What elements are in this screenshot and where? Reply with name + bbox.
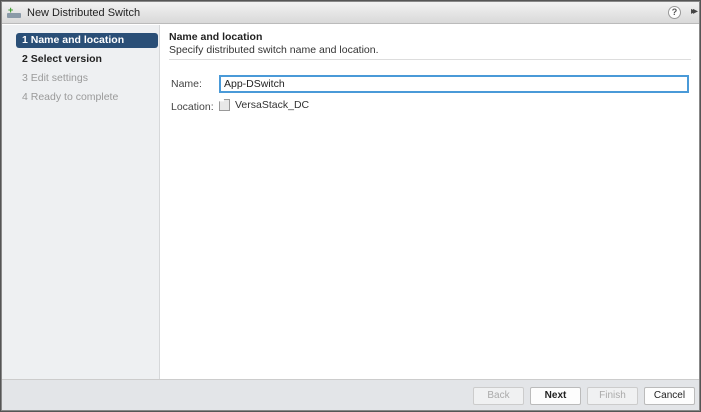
datacenter-icon (219, 99, 230, 111)
wizard-footer: Back Next Finish Cancel (2, 379, 699, 410)
help-icon[interactable]: ? (668, 6, 681, 19)
wizard-content: Name and location Specify distributed sw… (161, 25, 699, 379)
title-bar: + New Distributed Switch ? ▸▸ (2, 2, 699, 24)
cancel-button[interactable]: Cancel (644, 387, 695, 405)
step-select-version[interactable]: 2 Select version (16, 52, 158, 67)
back-button[interactable]: Back (473, 387, 524, 405)
page-title: Name and location (169, 31, 263, 43)
location-text: VersaStack_DC (235, 99, 310, 111)
step-ready-to-complete: 4 Ready to complete (22, 91, 119, 103)
name-label: Name: (171, 78, 202, 90)
new-distributed-switch-dialog: + New Distributed Switch ? ▸▸ 1 Name and… (1, 1, 700, 411)
location-value: VersaStack_DC (219, 99, 309, 111)
dialog-title: New Distributed Switch (27, 6, 141, 19)
next-button[interactable]: Next (530, 387, 581, 405)
expand-icon[interactable]: ▸▸ (691, 6, 698, 17)
finish-button[interactable]: Finish (587, 387, 638, 405)
distributed-switch-icon: + (7, 5, 21, 18)
wizard-steps: 1 Name and location 2 Select version 3 E… (2, 25, 160, 379)
name-input[interactable] (219, 75, 689, 93)
step-name-and-location[interactable]: 1 Name and location (16, 33, 158, 48)
location-label: Location: (171, 101, 214, 113)
step-edit-settings: 3 Edit settings (22, 72, 88, 84)
page-subtitle: Specify distributed switch name and loca… (169, 44, 379, 56)
divider (169, 59, 691, 60)
